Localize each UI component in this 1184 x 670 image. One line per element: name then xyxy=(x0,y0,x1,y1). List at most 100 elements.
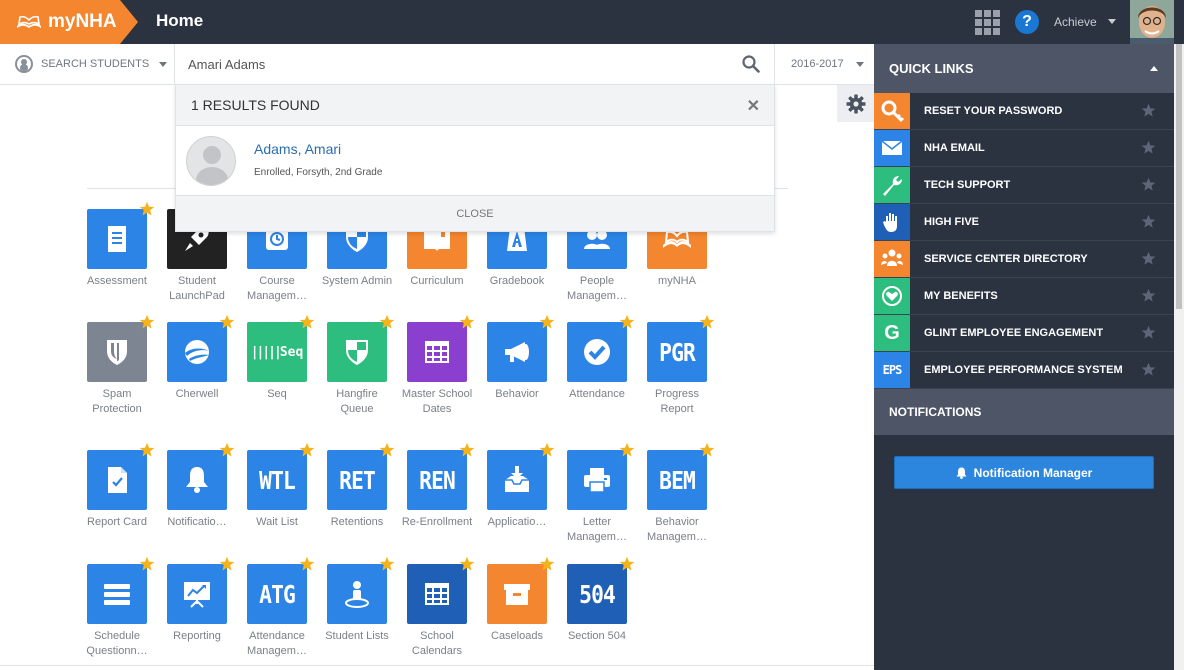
app-icon[interactable] xyxy=(167,556,235,624)
quick-link-my-benefits[interactable]: MY BENEFITS xyxy=(874,278,1174,315)
favorite-star-icon[interactable] xyxy=(539,556,555,572)
app-icon[interactable] xyxy=(487,556,555,624)
app-icon[interactable]: REN xyxy=(407,442,475,510)
star-icon[interactable] xyxy=(1141,103,1156,118)
help-icon[interactable]: ? xyxy=(1015,10,1039,34)
app-tile-behavior-managem[interactable]: BEM Behavior Managem… xyxy=(637,442,717,545)
user-menu-caret-icon[interactable] xyxy=(1108,19,1116,24)
app-icon[interactable]: BEM xyxy=(647,442,715,510)
app-tile-report-card[interactable]: Report Card xyxy=(77,442,157,530)
app-icon[interactable] xyxy=(87,201,155,269)
app-tile-schedule-questionn[interactable]: Schedule Questionn… xyxy=(77,556,157,659)
app-icon[interactable] xyxy=(407,556,475,624)
favorite-star-icon[interactable] xyxy=(699,314,715,330)
chevron-up-icon[interactable] xyxy=(1150,66,1158,71)
scrollbar[interactable] xyxy=(1174,44,1184,670)
favorite-star-icon[interactable] xyxy=(379,556,395,572)
favorite-star-icon[interactable] xyxy=(459,556,475,572)
app-grid-icon[interactable] xyxy=(975,10,1000,35)
app-tile-attendance-managem[interactable]: ATG Attendance Managem… xyxy=(237,556,317,659)
app-tile-behavior[interactable]: Behavior xyxy=(477,314,557,402)
favorite-star-icon[interactable] xyxy=(539,314,555,330)
app-tile-caseloads[interactable]: Caseloads xyxy=(477,556,557,644)
app-tile-progress-report[interactable]: PGR Progress Report xyxy=(637,314,717,417)
app-icon[interactable] xyxy=(487,314,555,382)
favorite-star-icon[interactable] xyxy=(619,442,635,458)
result-item[interactable]: Adams, Amari Enrolled, Forsyth, 2nd Grad… xyxy=(176,126,774,196)
favorite-star-icon[interactable] xyxy=(139,201,155,217)
favorite-star-icon[interactable] xyxy=(299,442,315,458)
favorite-star-icon[interactable] xyxy=(139,314,155,330)
scrollbar-thumb[interactable] xyxy=(1176,44,1182,309)
app-tile-re-enrollment[interactable]: REN Re-Enrollment xyxy=(397,442,477,530)
search-input[interactable] xyxy=(188,52,728,76)
app-tile-spam-protection[interactable]: Spam Protection xyxy=(77,314,157,417)
settings-gear-button[interactable] xyxy=(837,85,874,122)
app-icon[interactable] xyxy=(487,442,555,510)
quick-link-nha-email[interactable]: NHA EMAIL xyxy=(874,130,1174,167)
avatar[interactable] xyxy=(1130,0,1174,44)
quick-link-reset-your-password[interactable]: RESET YOUR PASSWORD xyxy=(874,93,1174,130)
app-tile-cherwell[interactable]: Cherwell xyxy=(157,314,237,402)
app-icon[interactable] xyxy=(87,556,155,624)
app-tile-attendance[interactable]: Attendance xyxy=(557,314,637,402)
app-icon[interactable] xyxy=(87,442,155,510)
app-icon[interactable]: RET xyxy=(327,442,395,510)
app-tile-notificatio[interactable]: Notificatio… xyxy=(157,442,237,530)
favorite-star-icon[interactable] xyxy=(139,556,155,572)
app-tile-master-school-dates[interactable]: Master School Dates xyxy=(397,314,477,417)
user-menu[interactable]: Achieve xyxy=(1054,15,1097,29)
favorite-star-icon[interactable] xyxy=(139,442,155,458)
app-icon[interactable] xyxy=(87,314,155,382)
app-icon[interactable]: WTL xyxy=(247,442,315,510)
search-mode-dropdown[interactable]: SEARCH STUDENTS xyxy=(0,44,175,84)
quick-link-service-center-directory[interactable]: SERVICE CENTER DIRECTORY xyxy=(874,241,1174,278)
app-icon[interactable] xyxy=(327,314,395,382)
favorite-star-icon[interactable] xyxy=(459,442,475,458)
quick-links-header[interactable]: QUICK LINKS xyxy=(874,44,1174,93)
favorite-star-icon[interactable] xyxy=(459,314,475,330)
app-tile-assessment[interactable]: Assessment xyxy=(77,201,157,289)
favorite-star-icon[interactable] xyxy=(219,556,235,572)
app-tile-reporting[interactable]: Reporting xyxy=(157,556,237,644)
favorite-star-icon[interactable] xyxy=(219,314,235,330)
favorite-star-icon[interactable] xyxy=(299,556,315,572)
favorite-star-icon[interactable] xyxy=(699,442,715,458)
quick-link-glint-employee-engagement[interactable]: G GLINT EMPLOYEE ENGAGEMENT xyxy=(874,315,1174,352)
school-year-dropdown[interactable]: 2016-2017 xyxy=(774,44,874,84)
app-icon[interactable]: 504 xyxy=(567,556,635,624)
app-tile-wait-list[interactable]: WTL Wait List xyxy=(237,442,317,530)
close-button[interactable]: CLOSE xyxy=(176,196,774,231)
close-icon[interactable]: ✕ xyxy=(747,96,760,116)
star-icon[interactable] xyxy=(1141,140,1156,155)
app-icon[interactable]: ATG xyxy=(247,556,315,624)
app-tile-student-lists[interactable]: Student Lists xyxy=(317,556,397,644)
app-tile-applicatio[interactable]: Applicatio… xyxy=(477,442,557,530)
mynha-logo[interactable]: myNHA xyxy=(0,0,138,44)
favorite-star-icon[interactable] xyxy=(219,442,235,458)
star-icon[interactable] xyxy=(1141,362,1156,377)
star-icon[interactable] xyxy=(1141,214,1156,229)
star-icon[interactable] xyxy=(1141,325,1156,340)
favorite-star-icon[interactable] xyxy=(379,314,395,330)
star-icon[interactable] xyxy=(1141,251,1156,266)
favorite-star-icon[interactable] xyxy=(379,442,395,458)
app-icon[interactable] xyxy=(167,314,235,382)
app-tile-hangfire-queue[interactable]: Hangfire Queue xyxy=(317,314,397,417)
favorite-star-icon[interactable] xyxy=(619,556,635,572)
app-icon[interactable]: PGR xyxy=(647,314,715,382)
app-icon[interactable] xyxy=(407,314,475,382)
star-icon[interactable] xyxy=(1141,288,1156,303)
app-icon[interactable] xyxy=(327,556,395,624)
app-icon[interactable]: |||||Seq xyxy=(247,314,315,382)
app-icon[interactable] xyxy=(567,442,635,510)
app-tile-retentions[interactable]: RET Retentions xyxy=(317,442,397,530)
app-tile-seq[interactable]: |||||Seq Seq xyxy=(237,314,317,402)
student-name-link[interactable]: Adams, Amari xyxy=(254,141,382,157)
app-icon[interactable] xyxy=(167,442,235,510)
quick-link-tech-support[interactable]: TECH SUPPORT xyxy=(874,167,1174,204)
app-tile-letter-managem[interactable]: Letter Managem… xyxy=(557,442,637,545)
star-icon[interactable] xyxy=(1141,177,1156,192)
quick-link-high-five[interactable]: HIGH FIVE xyxy=(874,204,1174,241)
notification-manager-button[interactable]: Notification Manager xyxy=(894,456,1154,489)
